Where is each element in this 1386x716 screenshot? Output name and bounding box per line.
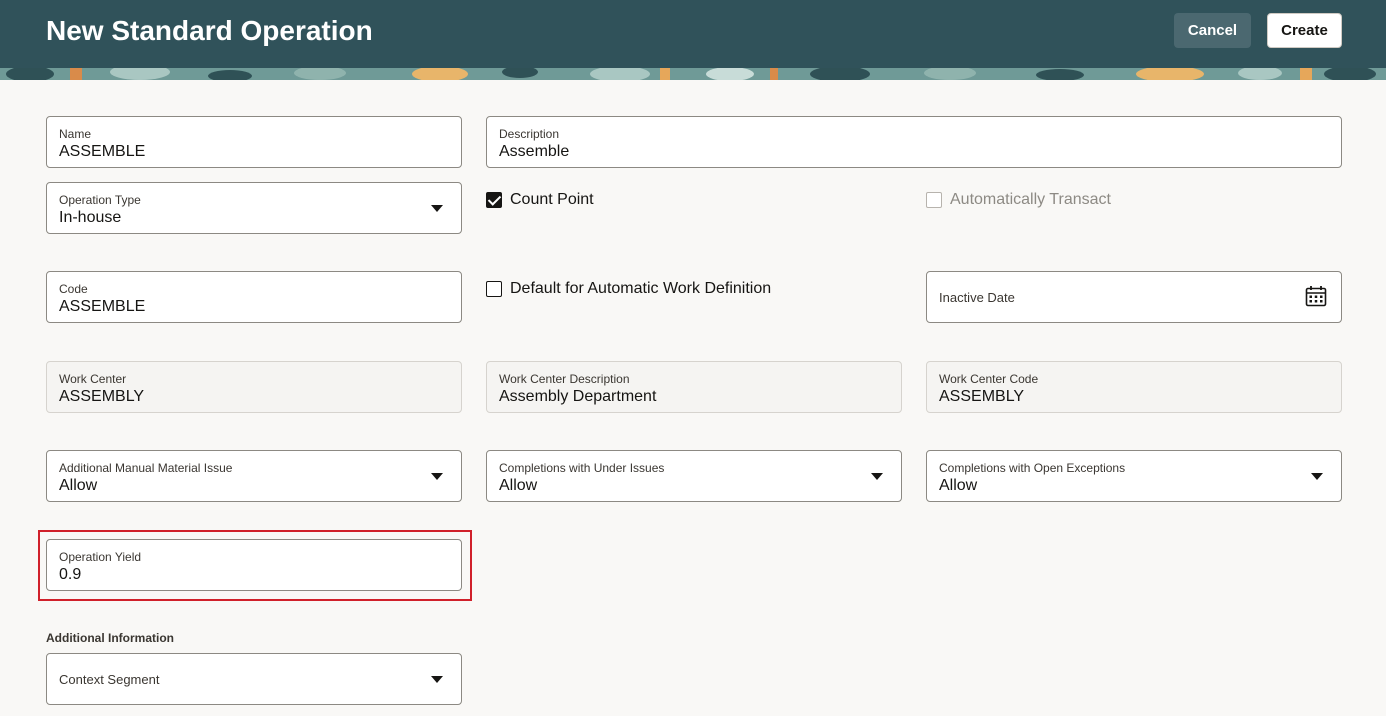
checkbox-checked-icon[interactable] xyxy=(486,192,502,208)
chevron-down-icon[interactable] xyxy=(431,205,443,212)
calendar-icon[interactable] xyxy=(1305,285,1327,307)
work-center-value: ASSEMBLY xyxy=(59,388,145,405)
operation-type-select[interactable]: Operation Type In-house xyxy=(46,182,462,234)
work-center-description-field: Work Center Description Assembly Departm… xyxy=(486,361,902,413)
additional-manual-material-issue-select[interactable]: Additional Manual Material Issue Allow xyxy=(46,450,462,502)
operation-yield-value: 0.9 xyxy=(59,566,82,583)
work-center-code-value: ASSEMBLY xyxy=(939,388,1025,405)
description-label: Description xyxy=(499,127,560,141)
additional-information-heading: Additional Information xyxy=(46,631,174,645)
chevron-down-icon[interactable] xyxy=(1311,473,1323,480)
additional-manual-material-issue-value: Allow xyxy=(59,477,98,494)
checkbox-unchecked-icon[interactable] xyxy=(486,281,502,297)
create-button[interactable]: Create xyxy=(1267,13,1342,48)
chevron-down-icon[interactable] xyxy=(431,676,443,683)
work-center-field: Work Center ASSEMBLY xyxy=(46,361,462,413)
name-value: ASSEMBLE xyxy=(59,143,146,160)
operation-type-value: In-house xyxy=(59,209,122,226)
inactive-date-label: Inactive Date xyxy=(939,290,1015,305)
work-center-label: Work Center xyxy=(59,372,127,386)
completions-under-issues-label: Completions with Under Issues xyxy=(499,461,665,475)
count-point-checkbox[interactable]: Count Point xyxy=(486,190,594,210)
checkbox-disabled-icon xyxy=(926,192,942,208)
completions-open-exceptions-select[interactable]: Completions with Open Exceptions Allow xyxy=(926,450,1342,502)
inactive-date-field[interactable]: Inactive Date xyxy=(926,271,1342,323)
name-label: Name xyxy=(59,127,92,141)
page-header: New Standard Operation Cancel Create xyxy=(0,0,1386,68)
decorative-banner xyxy=(0,68,1386,80)
banner-pattern xyxy=(0,68,1386,80)
code-value: ASSEMBLE xyxy=(59,298,146,315)
operation-yield-label: Operation Yield xyxy=(59,550,142,564)
completions-open-exceptions-label: Completions with Open Exceptions xyxy=(939,461,1126,475)
work-center-description-value: Assembly Department xyxy=(499,388,657,405)
operation-type-label: Operation Type xyxy=(59,193,141,207)
work-center-code-field: Work Center Code ASSEMBLY xyxy=(926,361,1342,413)
code-field[interactable]: Code ASSEMBLE xyxy=(46,271,462,323)
completions-open-exceptions-value: Allow xyxy=(939,477,978,494)
operation-yield-field[interactable]: Operation Yield 0.9 xyxy=(46,539,462,591)
page-title: New Standard Operation xyxy=(46,15,373,46)
name-field[interactable]: Name ASSEMBLE xyxy=(46,116,462,168)
context-segment-label: Context Segment xyxy=(59,672,160,687)
description-value: Assemble xyxy=(499,143,570,160)
context-segment-select[interactable]: Context Segment xyxy=(46,653,462,705)
chevron-down-icon[interactable] xyxy=(431,473,443,480)
completions-under-issues-value: Allow xyxy=(499,477,538,494)
work-center-code-label: Work Center Code xyxy=(939,372,1039,386)
completions-under-issues-select[interactable]: Completions with Under Issues Allow xyxy=(486,450,902,502)
additional-manual-material-issue-label: Additional Manual Material Issue xyxy=(59,461,233,475)
cancel-button[interactable]: Cancel xyxy=(1174,13,1251,48)
work-center-description-label: Work Center Description xyxy=(499,372,630,386)
default-auto-work-definition-label: Default for Automatic Work Definition xyxy=(510,280,772,297)
description-field[interactable]: Description Assemble xyxy=(486,116,1342,168)
code-label: Code xyxy=(59,282,88,296)
chevron-down-icon[interactable] xyxy=(871,473,883,480)
automatically-transact-label: Automatically Transact xyxy=(950,191,1111,208)
default-auto-work-definition-checkbox[interactable]: Default for Automatic Work Definition xyxy=(486,279,771,299)
automatically-transact-checkbox: Automatically Transact xyxy=(926,190,1111,210)
count-point-label: Count Point xyxy=(510,191,594,208)
